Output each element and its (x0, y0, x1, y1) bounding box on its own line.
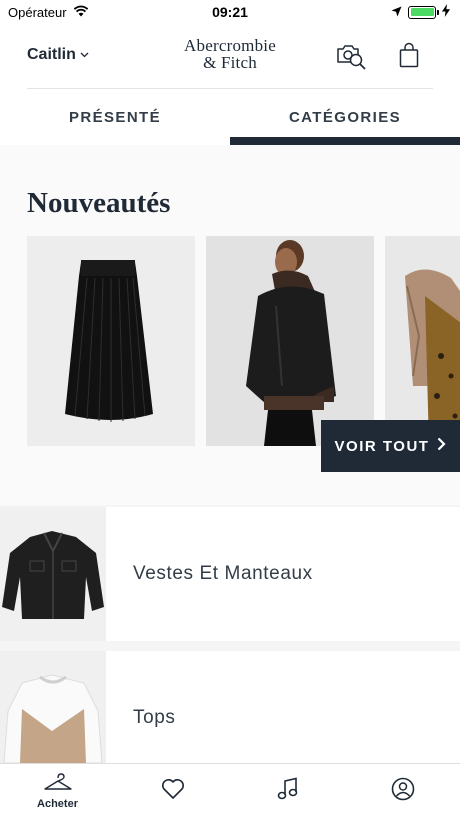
new-arrivals-carousel[interactable] (27, 236, 460, 446)
account-icon (391, 777, 415, 806)
user-menu-button[interactable]: Caitlin (27, 46, 89, 64)
category-label: Tops (133, 707, 176, 728)
chevron-right-icon (437, 437, 447, 455)
brand-logo[interactable]: Abercrombie & Fitch (184, 37, 276, 71)
status-right (391, 4, 450, 20)
charging-bolt-icon (442, 4, 450, 20)
chevron-down-icon (80, 50, 89, 61)
nav-wishlist[interactable] (115, 764, 230, 818)
denim-jacket-image (0, 507, 106, 641)
see-all-button[interactable]: VOIR TOUT (321, 420, 460, 472)
category-thumb-jackets (0, 507, 106, 641)
camera-search-icon (335, 40, 367, 75)
wifi-icon (73, 5, 89, 20)
category-row-jackets[interactable]: Vestes Et Manteaux (0, 507, 460, 641)
nav-shop[interactable]: Acheter (0, 764, 115, 818)
nav-music[interactable] (230, 764, 345, 818)
category-label: Vestes Et Manteaux (133, 563, 313, 584)
shearling-coat-image (385, 236, 460, 446)
app-header: Caitlin Abercrombie & Fitch (0, 24, 460, 89)
tab-categories[interactable]: CATÉGORIES (230, 89, 460, 145)
logo-line-1: Abercrombie (184, 36, 276, 55)
product-card-shearling-coat[interactable] (385, 236, 460, 446)
main-content[interactable]: Nouveautés VOIR TOUT Vestes Et Manteaux … (0, 145, 460, 763)
pleated-skirt-image (27, 236, 195, 446)
music-icon (277, 776, 299, 806)
nav-account[interactable] (345, 764, 460, 818)
product-card-skirt[interactable] (27, 236, 195, 446)
logo-line-2: & Fitch (203, 53, 257, 72)
leather-jacket-image (206, 236, 374, 446)
nav-shop-label: Acheter (37, 798, 78, 810)
status-bar: Opérateur 09:21 (0, 0, 460, 24)
visual-search-button[interactable] (334, 40, 368, 74)
see-all-label: VOIR TOUT (334, 437, 430, 455)
tab-featured[interactable]: PRÉSENTÉ (0, 89, 230, 145)
new-arrivals-section: Nouveautés VOIR TOUT (0, 145, 460, 505)
hanger-icon (43, 772, 73, 797)
bottom-tab-bar: Acheter (0, 763, 460, 818)
user-name: Caitlin (27, 46, 76, 63)
status-time: 09:21 (212, 4, 248, 20)
category-thumb-tops (0, 651, 106, 763)
heart-icon (161, 778, 185, 805)
status-left: Opérateur (8, 5, 89, 20)
shopping-bag-button[interactable] (392, 40, 426, 74)
battery-icon (408, 5, 439, 19)
tab-bar: PRÉSENTÉ CATÉGORIES (0, 89, 460, 145)
shopping-bag-icon (399, 42, 419, 73)
carrier-label: Opérateur (8, 4, 67, 20)
colorblock-sweater-image (0, 651, 106, 763)
location-arrow-icon (391, 5, 402, 20)
product-card-leather-jacket[interactable] (206, 236, 374, 446)
section-title: Nouveautés (27, 187, 171, 219)
category-row-tops[interactable]: Tops (0, 651, 460, 763)
